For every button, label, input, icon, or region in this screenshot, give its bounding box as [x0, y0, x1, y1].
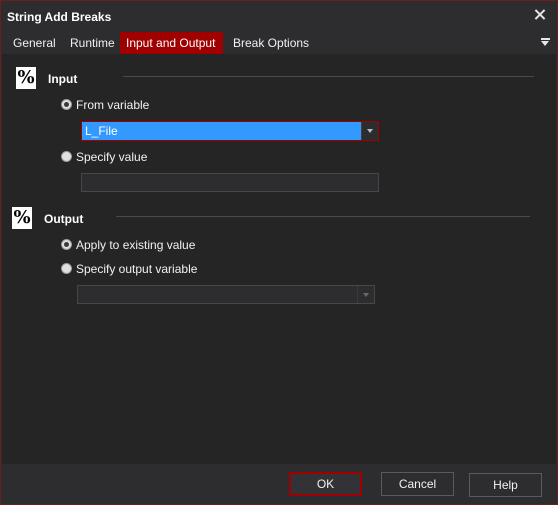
output-section-label: Output	[44, 212, 84, 226]
percent-variable-icon: %	[12, 207, 32, 229]
ok-button[interactable]: OK	[289, 472, 362, 496]
from-variable-label[interactable]: From variable	[76, 98, 149, 112]
close-icon[interactable]	[531, 6, 549, 24]
tab-input-and-output[interactable]: Input and Output	[120, 32, 223, 54]
tab-bar: General Runtime Input and Output Break O…	[1, 32, 557, 54]
apply-existing-label[interactable]: Apply to existing value	[76, 238, 195, 252]
percent-variable-icon: %	[16, 67, 36, 89]
specify-value-input[interactable]	[81, 173, 379, 192]
tab-runtime[interactable]: Runtime	[64, 32, 121, 54]
window-title: String Add Breaks	[7, 10, 112, 24]
specify-value-label[interactable]: Specify value	[76, 150, 147, 164]
tab-break-options[interactable]: Break Options	[227, 32, 315, 54]
tab-content-panel: % Input From variable L_File Specify val…	[2, 54, 556, 464]
specify-value-radio[interactable]	[61, 151, 72, 162]
input-variable-value: L_File	[85, 124, 118, 138]
tab-overflow-menu-icon[interactable]	[541, 38, 551, 48]
cancel-button[interactable]: Cancel	[381, 472, 454, 496]
input-variable-combobox[interactable]: L_File	[81, 121, 379, 141]
input-section-label: Input	[48, 72, 78, 86]
title-bar: String Add Breaks	[1, 1, 557, 32]
chevron-down-icon[interactable]	[357, 286, 374, 303]
tab-general[interactable]: General	[7, 32, 62, 54]
dialog-window: String Add Breaks General Runtime Input …	[0, 0, 558, 505]
dialog-footer: OK Cancel Help	[2, 464, 556, 504]
specify-output-radio[interactable]	[61, 263, 72, 274]
section-divider	[123, 76, 534, 77]
section-divider	[116, 216, 530, 217]
specify-output-label[interactable]: Specify output variable	[76, 262, 197, 276]
output-variable-combobox[interactable]	[77, 285, 375, 304]
chevron-down-icon[interactable]	[361, 122, 378, 140]
help-button[interactable]: Help	[469, 473, 542, 497]
apply-existing-radio[interactable]	[61, 239, 72, 250]
from-variable-radio[interactable]	[61, 99, 72, 110]
